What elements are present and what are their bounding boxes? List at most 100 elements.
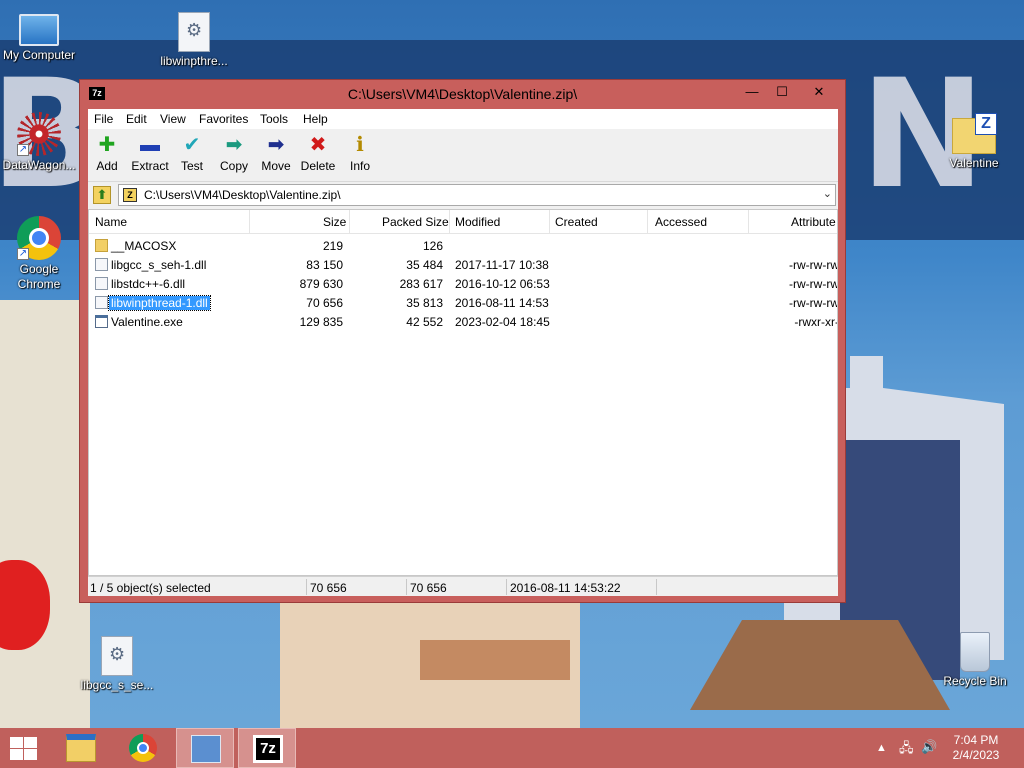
- column-header-modified[interactable]: Modified: [455, 215, 500, 229]
- menu-file[interactable]: File: [94, 112, 113, 126]
- recycle-bin-icon: [960, 632, 990, 672]
- check-icon: ✔: [183, 134, 201, 156]
- file-row-libstdc[interactable]: libstdc++-6.dll 879 630 283 617 2016-10-…: [89, 274, 837, 293]
- close-button[interactable]: ✕: [797, 82, 841, 102]
- network-icon[interactable]: 🖧: [899, 739, 914, 768]
- plus-icon: ✚: [98, 134, 116, 156]
- file-explorer-icon: [66, 734, 96, 762]
- up-folder-button[interactable]: ⬆: [93, 186, 111, 204]
- address-combobox[interactable]: Z C:\Users\VM4\Desktop\Valentine.zip\ ⌄: [118, 184, 836, 206]
- desktop-icon-datawagon[interactable]: ↗ DataWagon...: [0, 112, 81, 173]
- delete-x-icon: ✖: [309, 134, 327, 156]
- taskbar-file-explorer[interactable]: [52, 728, 110, 768]
- file-list[interactable]: Name Size Packed Size Modified Created A…: [88, 209, 838, 576]
- file-name: Valentine.exe: [111, 315, 183, 329]
- file-size: 70 656: [306, 296, 343, 310]
- zip-archive-icon: Z: [123, 188, 137, 202]
- control-panel-icon: [191, 735, 221, 763]
- menu-edit[interactable]: Edit: [126, 112, 147, 126]
- toolbar: ✚ Add ▬ Extract ✔ Test ➡ Copy ➡ Move ✖ D…: [88, 130, 838, 182]
- file-row-valentine-exe[interactable]: Valentine.exe 129 835 42 552 2023-02-04 …: [89, 312, 838, 331]
- clock-time: 7:04 PM: [953, 733, 999, 747]
- toolbar-info-button[interactable]: ℹ Info: [338, 134, 382, 173]
- file-size: 879 630: [299, 277, 343, 291]
- dll-file-icon: [95, 258, 108, 271]
- address-bar: ⬆ Z C:\Users\VM4\Desktop\Valentine.zip\ …: [88, 182, 838, 208]
- file-packed-size: 35 484: [406, 258, 443, 272]
- folder-icon: [95, 239, 108, 252]
- file-modified: 2017-11-17 10:38: [455, 258, 549, 272]
- file-row-libgcc[interactable]: libgcc_s_seh-1.dll 83 150 35 484 2017-11…: [89, 255, 838, 274]
- window-client: File Edit View Favorites Tools Help ✚ Ad…: [88, 109, 838, 596]
- desktop-icon-libgcc[interactable]: libgcc_s_se...: [75, 636, 159, 693]
- file-name: libwinpthread-1.dll: [108, 295, 211, 311]
- desktop-icon-valentine[interactable]: Valentine: [932, 112, 1016, 171]
- dll-file-icon: [95, 296, 108, 309]
- menu-tools[interactable]: Tools: [260, 112, 288, 126]
- column-header-packed-size[interactable]: Packed Size: [382, 215, 449, 229]
- desktop-icon-recycle-bin[interactable]: Recycle Bin: [933, 632, 1017, 689]
- menu-bar: File Edit View Favorites Tools Help: [88, 109, 838, 129]
- show-hidden-icons-chevron-icon[interactable]: ▲: [876, 742, 887, 768]
- volume-icon[interactable]: 🔊: [921, 739, 937, 768]
- column-header-attributes[interactable]: Attribute: [791, 215, 836, 229]
- file-packed-size: 35 813: [406, 296, 443, 310]
- toolbar-copy-button[interactable]: ➡ Copy: [212, 134, 256, 173]
- file-attributes: -rwxr-xr-: [794, 315, 838, 329]
- menu-view[interactable]: View: [160, 112, 186, 126]
- toolbar-delete-button[interactable]: ✖ Delete: [296, 134, 340, 173]
- maximize-button[interactable]: ☐: [767, 82, 797, 102]
- 7zip-icon: 7z: [253, 735, 283, 763]
- toolbar-extract-button[interactable]: ▬ Extract: [128, 134, 172, 173]
- status-modified: 2016-08-11 14:53:22: [510, 581, 621, 595]
- dll-file-icon: [101, 636, 133, 676]
- status-packed-size: 70 656: [410, 581, 447, 595]
- move-arrow-icon: ➡: [267, 134, 285, 156]
- desktop-icon-google-chrome[interactable]: ↗ Google Chrome: [0, 216, 81, 292]
- file-packed-size: 126: [422, 239, 443, 253]
- chevron-down-icon[interactable]: ⌄: [823, 187, 832, 200]
- column-header-size[interactable]: Size: [323, 215, 346, 229]
- shortcut-arrow-icon: ↗: [17, 144, 29, 156]
- chrome-icon: ↗: [17, 216, 61, 260]
- taskbar-7zip[interactable]: 7z: [238, 728, 296, 768]
- toolbar-move-button[interactable]: ➡ Move: [254, 134, 298, 173]
- taskbar: 7z ▲ 🖧 🔊 7:04 PM 2/4/2023: [0, 728, 1024, 768]
- dll-file-icon: [178, 12, 210, 52]
- file-attributes: -rw-rw-rw: [789, 258, 838, 272]
- desktop-icon-my-computer[interactable]: My Computer: [0, 8, 81, 63]
- file-packed-size: 42 552: [406, 315, 443, 329]
- file-row-libwinpthread-selected[interactable]: libwinpthread-1.dll 70 656 35 813 2016-0…: [89, 293, 838, 312]
- datawagon-icon: ↗: [17, 112, 61, 156]
- column-header-created[interactable]: Created: [555, 215, 598, 229]
- desktop-icon-libwinpthread[interactable]: libwinpthre...: [152, 12, 236, 69]
- file-size: 129 835: [299, 315, 343, 329]
- menu-help[interactable]: Help: [303, 112, 328, 126]
- shortcut-arrow-icon: ↗: [17, 248, 29, 260]
- chrome-icon: [129, 734, 157, 762]
- menu-favorites[interactable]: Favorites: [199, 112, 248, 126]
- window-titlebar[interactable]: 7z C:\Users\VM4\Desktop\Valentine.zip\ —…: [80, 80, 845, 108]
- taskbar-google-chrome[interactable]: [114, 728, 172, 768]
- windows-logo-icon: [10, 737, 23, 748]
- computer-icon: [19, 14, 59, 46]
- window-title: C:\Users\VM4\Desktop\Valentine.zip\: [347, 86, 578, 102]
- file-size: 83 150: [306, 258, 343, 272]
- column-header-name[interactable]: Name: [95, 215, 127, 229]
- file-row-macosx[interactable]: __MACOSX 219 126: [89, 236, 837, 255]
- file-name: __MACOSX: [111, 239, 177, 253]
- taskbar-control-panel[interactable]: [176, 728, 234, 768]
- minimize-button[interactable]: —: [737, 82, 767, 102]
- start-button[interactable]: [8, 736, 38, 760]
- taskbar-clock[interactable]: 7:04 PM 2/4/2023: [946, 733, 1006, 763]
- file-name: libgcc_s_seh-1.dll: [111, 258, 207, 272]
- toolbar-test-button[interactable]: ✔ Test: [170, 134, 214, 173]
- toolbar-add-button[interactable]: ✚ Add: [85, 134, 129, 173]
- file-packed-size: 283 617: [399, 277, 443, 291]
- file-modified: 2023-02-04 18:45: [455, 315, 550, 329]
- file-modified: 2016-10-12 06:53: [455, 277, 550, 291]
- column-header-accessed[interactable]: Accessed: [655, 215, 707, 229]
- clock-date: 2/4/2023: [952, 748, 1000, 762]
- file-attributes: -rw-rw-rw: [789, 296, 838, 310]
- status-bar: 1 / 5 object(s) selected 70 656 70 656 2…: [88, 576, 838, 596]
